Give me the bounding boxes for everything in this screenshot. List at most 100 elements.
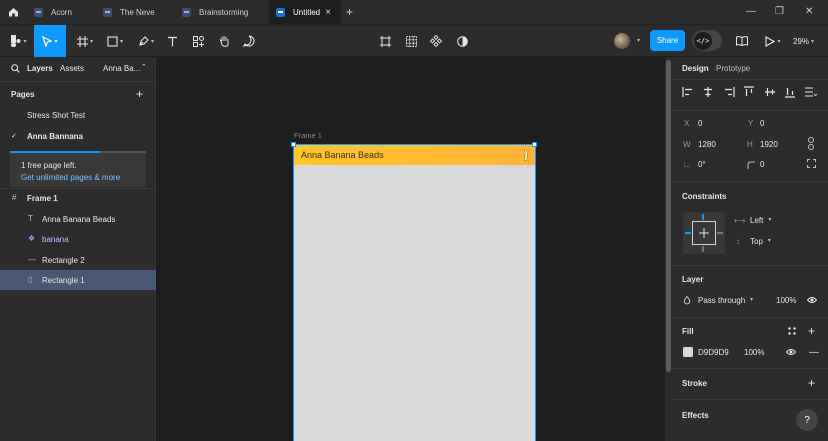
scrollbar-thumb[interactable] [666,60,671,372]
chevron-down-icon: ▾ [750,297,754,303]
dev-mode-toggle[interactable]: </> [692,30,722,51]
grid-button[interactable] [403,25,419,57]
crop-button[interactable] [377,25,393,57]
frame-1[interactable]: Anna Banana Beads [293,144,536,441]
tab-prototype[interactable]: Prototype [716,64,750,73]
layer-opacity-input[interactable]: 100% [776,296,796,305]
share-button[interactable]: Share [650,30,685,51]
eye-icon[interactable] [786,348,796,356]
height-input[interactable]: 1920 [760,140,778,149]
chevron-down-icon[interactable]: ▾ [637,37,640,44]
grid-icon [405,35,417,47]
close-tab-icon[interactable]: × [325,7,331,18]
comment-tool-button[interactable] [241,25,257,57]
zoom-dropdown[interactable]: 29% ▾ [793,25,814,57]
pen-icon [139,35,149,46]
align-top-icon[interactable] [742,85,756,99]
page-switcher[interactable]: Anna Ba... [103,64,140,73]
radius-input[interactable]: 0 [760,160,764,169]
layer-frame-1[interactable]: # Frame 1 [0,188,156,208]
main-menu-icon[interactable]: ▾ [6,25,32,57]
layer-rectangle-2[interactable]: — Rectangle 2 [0,250,156,270]
tab-the-neve[interactable]: The Neve [98,0,176,24]
new-tab-icon[interactable]: + [346,0,360,24]
horizontal-constraint-dropdown[interactable]: Left ▾ [750,216,771,225]
resources-button[interactable] [190,25,206,57]
header-bar[interactable]: Anna Banana Beads [294,145,535,165]
tab-untitled[interactable]: Untitled × [269,0,341,24]
vertical-constraint-dropdown[interactable]: Top ▾ [750,237,771,246]
tab-layers[interactable]: Layers [27,64,53,73]
constraint-widget[interactable] [683,212,725,254]
fill-hex-input[interactable]: D9D9D9 [698,348,729,357]
constraint-bottom-marker[interactable] [702,246,704,252]
tab-assets[interactable]: Assets [60,64,84,73]
align-left-icon[interactable] [681,85,695,99]
remove-fill-icon[interactable]: — [809,347,819,358]
present-button[interactable]: ▾ [762,25,784,57]
add-page-icon[interactable]: + [136,87,143,101]
eye-icon[interactable] [807,296,817,304]
tab-acorn[interactable]: Acorn [24,0,98,24]
add-stroke-icon[interactable]: + [808,376,815,390]
avatar[interactable] [614,33,630,49]
component-button[interactable] [428,25,444,57]
constraint-top-marker[interactable] [702,214,704,220]
component-icon: ❖ [28,234,36,243]
resize-handle-top-left[interactable] [291,142,296,147]
text-tool-button[interactable] [164,25,180,57]
page-name: Stress Shot Test [27,111,86,120]
fill-color-swatch[interactable] [683,347,693,357]
layer-banana[interactable]: ❖ banana [0,229,156,249]
move-tool-button[interactable]: ▾ [34,25,66,57]
chevron-up-icon[interactable]: ⌃ [141,63,147,71]
width-input[interactable]: 1280 [698,140,716,149]
pen-tool-button[interactable]: ▾ [133,25,159,57]
layer-anna-banana-beads[interactable]: T Anna Banana Beads [0,209,156,229]
blend-mode-dropdown[interactable]: Pass through ▾ [698,296,753,305]
contrast-button[interactable] [454,25,470,57]
canvas[interactable]: Frame 1 Anna Banana Beads [157,57,665,441]
rotation-input[interactable]: 0° [698,160,706,169]
scrollbar[interactable] [665,57,672,441]
page-item-stress-shot-test[interactable]: Stress Shot Test [0,105,156,125]
layer-rectangle-1[interactable]: ▯ Rectangle 1 [0,270,156,290]
add-fill-icon[interactable]: + [808,324,815,338]
hand-tool-button[interactable] [216,25,232,57]
upsell-link[interactable]: Get unlimited pages & more [21,173,120,182]
layer-name: Anna Banana Beads [42,215,116,224]
fill-opacity-input[interactable]: 100% [744,348,764,357]
file-icon [103,7,112,17]
library-button[interactable] [734,25,750,57]
header-text[interactable]: Anna Banana Beads [301,150,384,160]
resize-handle-top-right[interactable] [532,142,537,147]
banana-icon[interactable] [522,149,529,161]
x-input[interactable]: 0 [698,119,702,128]
window-close-icon[interactable]: ✕ [805,6,813,17]
frame-label[interactable]: Frame 1 [294,131,322,140]
align-vertical-center-icon[interactable] [763,85,777,99]
constraint-right-marker[interactable] [717,232,723,234]
align-right-icon[interactable] [722,85,736,99]
tab-design[interactable]: Design [682,64,709,73]
search-icon[interactable] [11,64,20,73]
toolbar: ▾ ▾ ▾ ▾ ▾ ▾ Share </> ▾ 29% ▾ [0,24,828,57]
shape-tool-button[interactable]: ▾ [102,25,128,57]
minimize-icon[interactable]: — [746,6,756,17]
frame-tool-button[interactable]: ▾ [72,25,98,57]
restore-icon[interactable]: ❐ [775,6,784,17]
distribute-icon[interactable] [803,85,817,99]
help-button[interactable]: ? [796,409,818,431]
home-icon[interactable] [6,0,20,24]
y-input[interactable]: 0 [760,119,764,128]
file-icon [276,7,285,17]
align-bottom-icon[interactable] [783,85,797,99]
tab-brainstorming[interactable]: Brainstorming [176,0,269,24]
constrain-proportions-icon[interactable] [807,137,815,150]
layer-name: Rectangle 2 [42,256,85,265]
align-horizontal-center-icon[interactable] [701,85,715,99]
constraint-left-marker[interactable] [685,232,691,234]
page-item-anna-bannana[interactable]: ✓ Anna Bannana [0,126,156,146]
expand-corners-icon[interactable] [807,159,816,168]
styles-icon[interactable] [788,327,796,335]
